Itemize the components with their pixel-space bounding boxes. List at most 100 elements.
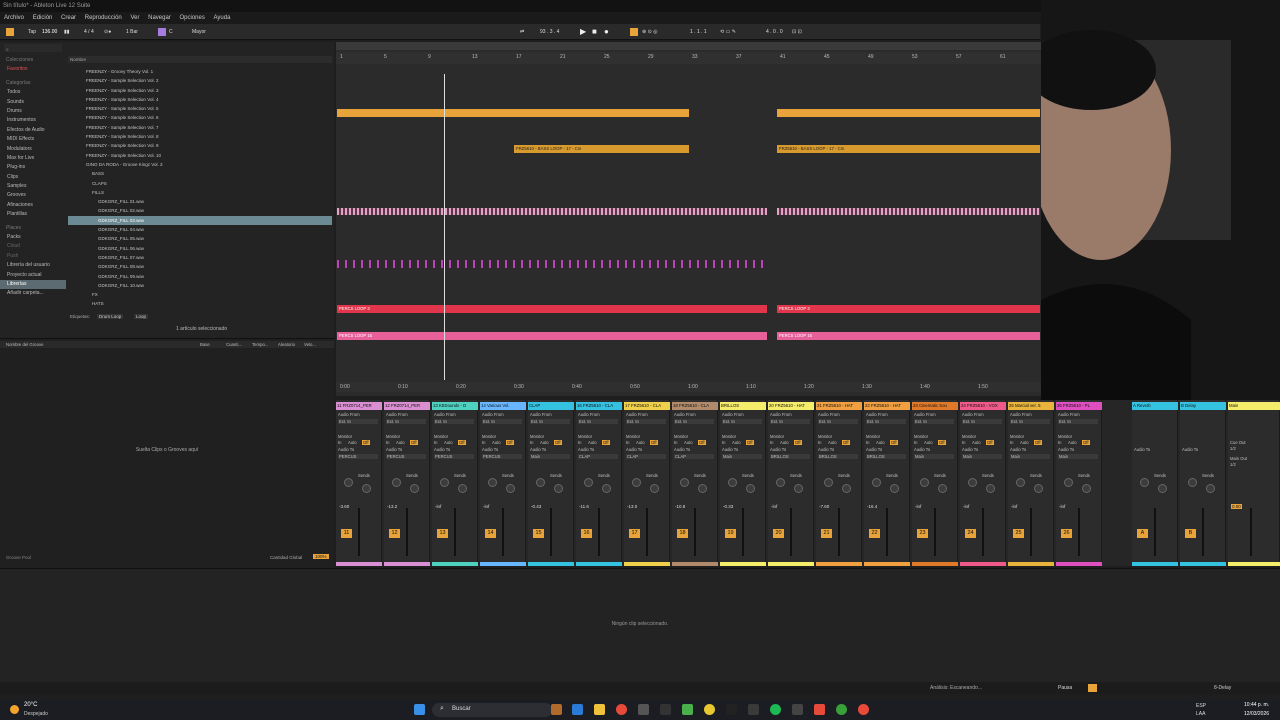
- track-title[interactable]: 13 KBSounds - D: [432, 402, 478, 410]
- volume-readout[interactable]: -11.6: [579, 504, 589, 509]
- sidebar-item-current-project[interactable]: Proyecto actual: [0, 271, 66, 280]
- app-icon[interactable]: [858, 704, 869, 715]
- monitor-off-button[interactable]: Off: [506, 440, 514, 445]
- volume-fader[interactable]: [934, 508, 936, 556]
- sidebar-item-plantillas[interactable]: Plantillas: [0, 210, 66, 219]
- track-title[interactable]: 11 FRZ0714_PER: [336, 402, 382, 410]
- app-icon[interactable]: [814, 704, 825, 715]
- monitor-off-button[interactable]: Off: [986, 440, 994, 445]
- app-icon[interactable]: [748, 704, 759, 715]
- mixer-track-strip[interactable]: 11 FRZ0714_PER Audio From Ext. In Monitor In…: [336, 400, 382, 566]
- volume-fader[interactable]: [406, 508, 408, 556]
- time-signature-field[interactable]: 4 / 4: [84, 28, 94, 36]
- send-b-knob[interactable]: [986, 484, 995, 493]
- groove-col-velocity[interactable]: Velo...: [304, 341, 316, 348]
- menu-edicion[interactable]: Edición: [33, 12, 53, 24]
- sidebar-item-plugins[interactable]: Plug-ins: [0, 163, 66, 172]
- clock-date[interactable]: 12/03/2026: [1244, 711, 1269, 717]
- track-activator-button[interactable]: 24: [965, 529, 976, 538]
- volume-readout[interactable]: -inf: [483, 504, 489, 509]
- monitor-in-button[interactable]: In: [1010, 440, 1014, 445]
- send-a-knob[interactable]: [1140, 478, 1149, 487]
- send-b-knob[interactable]: [890, 484, 899, 493]
- pause-button[interactable]: Pausa: [1058, 685, 1072, 691]
- monitor-off-button[interactable]: Off: [410, 440, 418, 445]
- hats-clip[interactable]: [777, 208, 1040, 215]
- overdub-button[interactable]: [630, 28, 638, 36]
- mixer-track-strip[interactable]: 12 FRZ0714_PER Audio From Ext. In Monitor In…: [384, 400, 430, 566]
- send-a-knob[interactable]: [344, 478, 353, 487]
- volume-readout[interactable]: -inf: [1011, 504, 1017, 509]
- track-activator-button[interactable]: 19: [725, 529, 736, 538]
- scale-mode-button[interactable]: [158, 28, 166, 36]
- monitor-auto-button[interactable]: Auto: [684, 440, 693, 445]
- monitor-off-button[interactable]: Off: [602, 440, 610, 445]
- send-b-knob[interactable]: [842, 484, 851, 493]
- volume-fader[interactable]: [790, 508, 792, 556]
- sidebar-item-user-library[interactable]: Librería del usuario: [0, 261, 66, 270]
- sidebar-item-drums[interactable]: Drums: [0, 107, 66, 116]
- track-title[interactable]: 18 FRZ5610 - CLA: [672, 402, 718, 410]
- volume-fader[interactable]: [694, 508, 696, 556]
- send-a-knob[interactable]: [1016, 478, 1025, 487]
- monitor-auto-button[interactable]: Auto: [588, 440, 597, 445]
- monitor-off-button[interactable]: Off: [1034, 440, 1042, 445]
- send-b-knob[interactable]: [362, 484, 371, 493]
- monitor-in-button[interactable]: In: [482, 440, 486, 445]
- sidebar-item-favoritos[interactable]: Favoritos: [0, 65, 66, 74]
- track-title[interactable]: 23 Cinematic Sou: [912, 402, 958, 410]
- follow-icon[interactable]: ⇄: [520, 28, 524, 36]
- output-select[interactable]: PERCUS: [338, 454, 378, 459]
- sidebar-item-add-folder[interactable]: Añadir carpeta...: [0, 289, 66, 298]
- input-type-select[interactable]: Ext. In: [1058, 419, 1098, 424]
- monitor-auto-button[interactable]: Auto: [876, 440, 885, 445]
- track-activator-button[interactable]: 22: [869, 529, 880, 538]
- app-icon[interactable]: [682, 704, 693, 715]
- output-select[interactable]: Main: [914, 454, 954, 459]
- loop-end-field[interactable]: 4 . 0 . 0: [766, 28, 783, 36]
- monitor-in-button[interactable]: In: [626, 440, 630, 445]
- groove-col-base[interactable]: Base: [200, 341, 210, 348]
- monitor-in-button[interactable]: In: [770, 440, 774, 445]
- track-activator-button[interactable]: 11: [341, 529, 352, 538]
- file-explorer-icon[interactable]: [594, 704, 605, 715]
- track-activator-button[interactable]: 18: [677, 529, 688, 538]
- list-item[interactable]: HATS: [68, 299, 332, 308]
- automation-icons[interactable]: ⊕ ⊙ ◎: [642, 28, 658, 36]
- monitor-off-button[interactable]: Off: [938, 440, 946, 445]
- arrangement-overview[interactable]: [336, 42, 1041, 50]
- list-item[interactable]: BASS: [68, 169, 332, 178]
- send-b-knob[interactable]: [698, 484, 707, 493]
- track-activator-button[interactable]: 25: [1013, 529, 1024, 538]
- send-b-knob[interactable]: [506, 484, 515, 493]
- output-select[interactable]: BRILLOS: [866, 454, 906, 459]
- list-item[interactable]: FREENZY - Sample Selection Vol. 3: [68, 86, 332, 95]
- output-select[interactable]: BRILLOS: [770, 454, 810, 459]
- sidebar-item-cloud[interactable]: Cloud: [0, 242, 66, 251]
- mixer-track-strip[interactable]: 16 FRZ5610 - CLA Audio From Ext. In Monitor…: [576, 400, 622, 566]
- menu-navegar[interactable]: Navegar: [148, 12, 171, 24]
- cue-out-value[interactable]: 1/2: [1230, 446, 1236, 451]
- beat-ruler[interactable]: 1 5 9 13 17 21 25 29 33 37 41 45 49 53 5…: [336, 52, 1041, 64]
- input-type-select[interactable]: Ext. In: [1010, 419, 1050, 424]
- app-icon[interactable]: [726, 704, 737, 715]
- monitor-off-button[interactable]: Off: [650, 440, 658, 445]
- monitor-in-button[interactable]: In: [818, 440, 822, 445]
- input-type-select[interactable]: Ext. In: [770, 419, 810, 424]
- monitor-auto-button[interactable]: Auto: [636, 440, 645, 445]
- sidebar-item-modulators[interactable]: Modulators: [0, 145, 66, 154]
- draw-mode-icon[interactable]: ⟲ ▭ ✎: [720, 28, 736, 36]
- send-a-knob[interactable]: [824, 478, 833, 487]
- send-b-knob[interactable]: [938, 484, 947, 493]
- main-volume-fader[interactable]: [1250, 508, 1252, 556]
- mixer-track-strip[interactable]: BRILLOS Audio From Ext. In Monitor In Auto Off…: [720, 400, 766, 566]
- language-code[interactable]: ESP: [1196, 703, 1206, 709]
- list-item[interactable]: FREENZY - Sample Selection Vol. 6: [68, 113, 332, 122]
- volume-readout[interactable]: -0.43: [531, 504, 541, 509]
- metronome-icon[interactable]: ⊙●: [104, 28, 111, 36]
- weather-icon[interactable]: [10, 705, 19, 714]
- loop-start-field[interactable]: 1 . 1 . 1: [690, 28, 707, 36]
- send-b-knob[interactable]: [1158, 484, 1167, 493]
- volume-fader[interactable]: [502, 508, 504, 556]
- send-b-knob[interactable]: [1082, 484, 1091, 493]
